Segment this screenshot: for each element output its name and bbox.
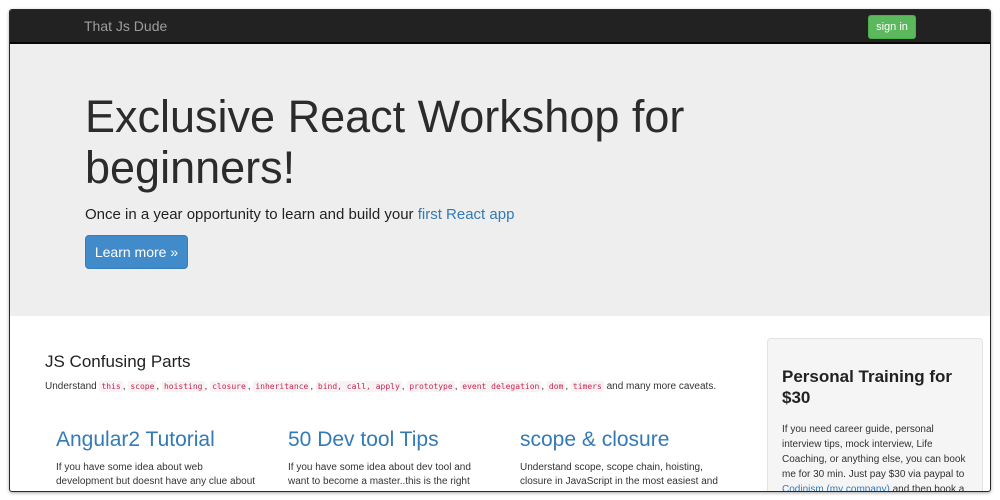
topic-tag: scope: [128, 381, 157, 392]
topic-tag: closure: [210, 381, 248, 392]
tutorial-card: scope & closure Understand scope, scope …: [520, 427, 720, 489]
tutorial-card: 50 Dev tool Tips If you have some idea a…: [288, 427, 488, 489]
top-navbar: That Js Dude sign in: [10, 10, 990, 44]
topic-tag: this: [99, 381, 123, 392]
topics-prefix: Understand: [45, 381, 97, 392]
brand-link[interactable]: That Js Dude: [84, 18, 167, 34]
learn-more-button[interactable]: Learn more »: [85, 235, 188, 269]
topic-tag: inheritance: [253, 381, 311, 392]
card-title-link[interactable]: scope & closure: [520, 427, 720, 453]
panel-text: If you need career guide, personal inter…: [782, 422, 972, 491]
hero-title: Exclusive React Workshop for beginners!: [85, 91, 685, 193]
browser-window: That Js Dude sign in Exclusive React Wor…: [9, 9, 991, 492]
card-description: Understand scope, scope chain, hoisting,…: [520, 462, 718, 487]
first-react-app-link[interactable]: first React app: [418, 206, 515, 223]
topics-suffix: and many more caveats.: [606, 381, 717, 392]
hero-subtitle-text: Once in a year opportunity to learn and …: [85, 206, 418, 223]
topic-tag: dom: [546, 381, 566, 392]
codinism-link[interactable]: Codinism (my company): [782, 484, 890, 491]
card-title-link[interactable]: 50 Dev tool Tips: [288, 427, 488, 453]
section-title: JS Confusing Parts: [45, 352, 191, 371]
topic-tag: hoisting: [161, 381, 205, 392]
topics-list: Understand this, scope, hoisting, closur…: [45, 381, 717, 392]
panel-title: Personal Training for $30: [782, 367, 953, 407]
topic-tag: prototype: [407, 381, 455, 392]
topic-tag: bind, call, apply: [315, 381, 402, 392]
personal-training-panel: Personal Training for $30 If you need ca…: [767, 338, 983, 491]
tutorial-card: Angular2 Tutorial If you have some idea …: [56, 427, 256, 489]
card-description: If you have some idea about dev tool and…: [288, 462, 471, 487]
topic-tag: event delegation: [460, 381, 542, 392]
sign-in-button[interactable]: sign in: [868, 15, 916, 39]
card-description: If you have some idea about web developm…: [56, 462, 256, 487]
topic-tag: timers: [570, 381, 604, 392]
hero-subtitle: Once in a year opportunity to learn and …: [85, 206, 514, 223]
hero-jumbotron: Exclusive React Workshop for beginners! …: [10, 44, 990, 316]
card-title-link[interactable]: Angular2 Tutorial: [56, 427, 256, 453]
